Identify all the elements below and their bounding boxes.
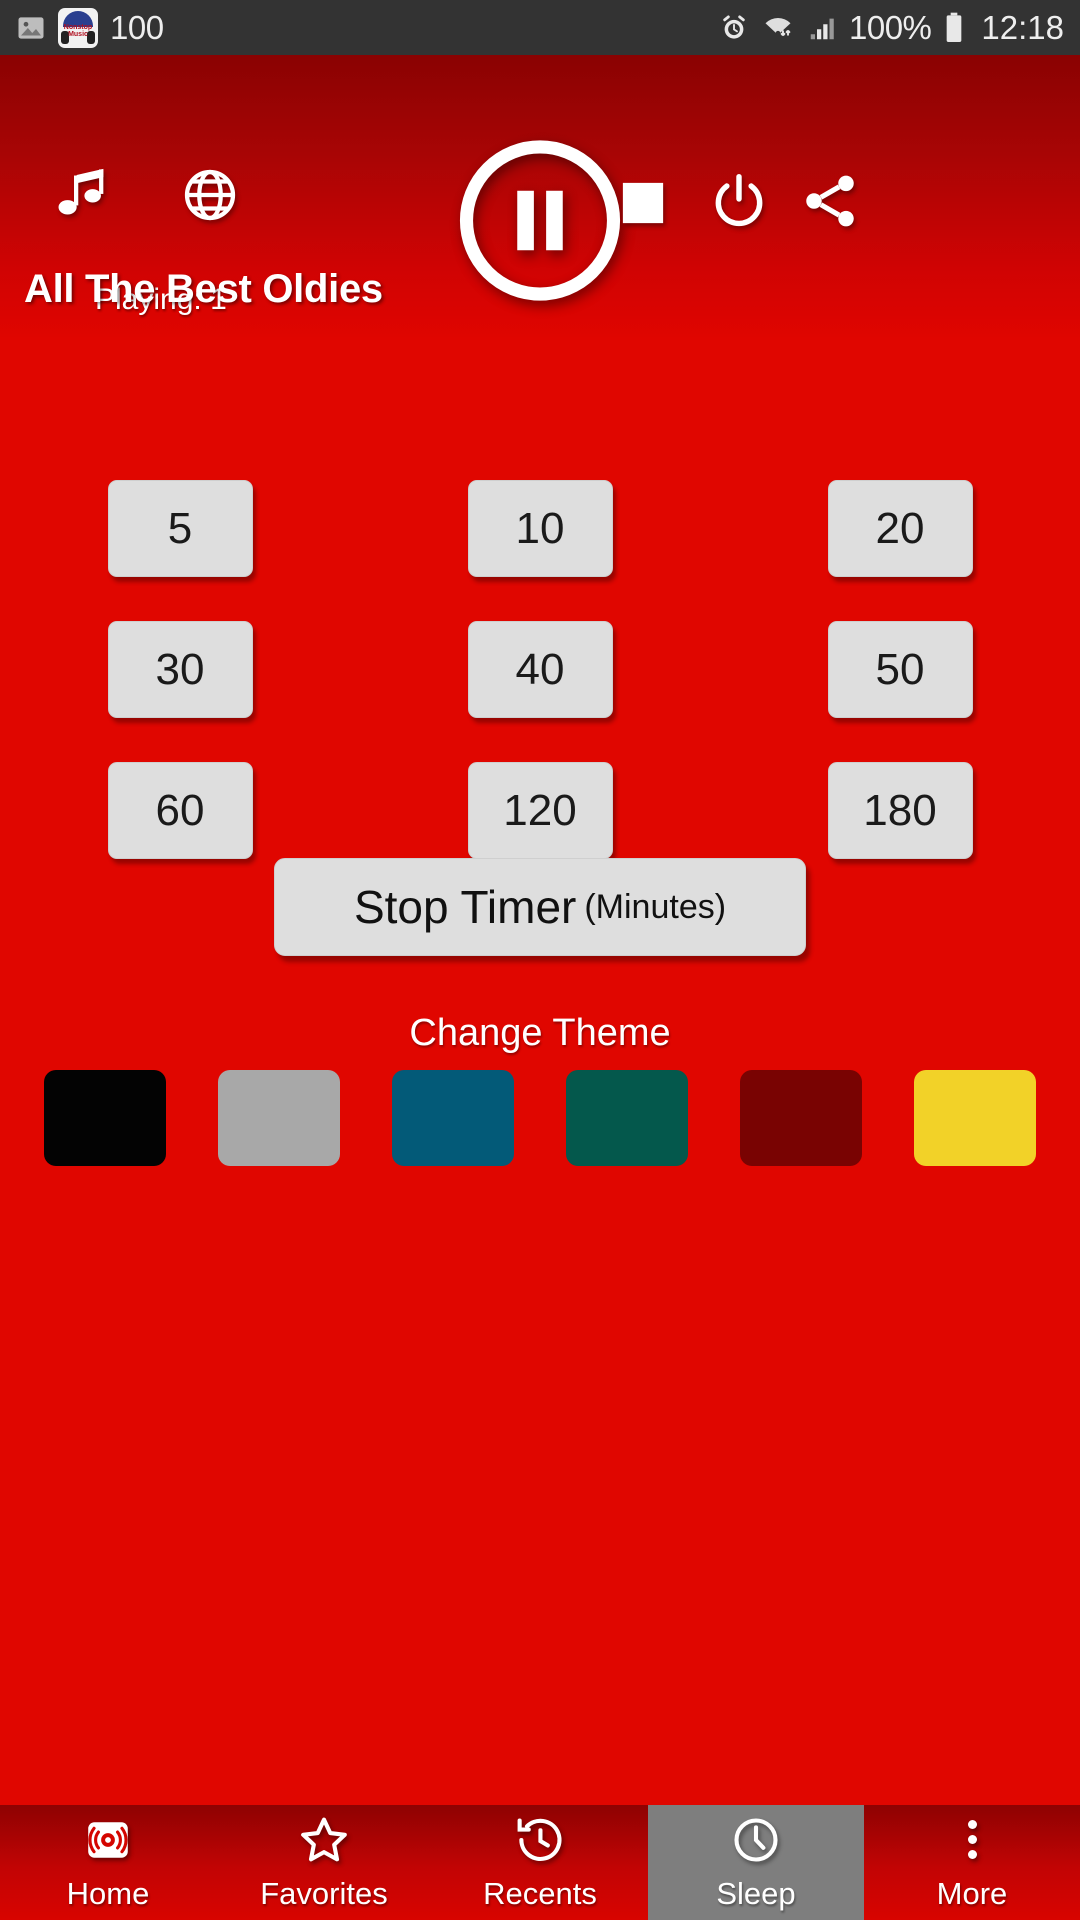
timer-button[interactable]: 40 <box>467 621 613 718</box>
status-bar-right: 100% 12:18 <box>719 9 1064 47</box>
more-vertical-icon <box>967 1814 977 1866</box>
stop-timer-unit: (Minutes) <box>584 887 727 926</box>
change-theme-label: Change Theme <box>409 1012 671 1054</box>
player-header: Playing: 1 All The Best Oldies <box>0 55 1080 340</box>
notification-count: 100 <box>110 8 164 46</box>
timer-button[interactable]: 180 <box>827 762 973 859</box>
timer-button[interactable]: 50 <box>827 621 973 718</box>
status-bar: Nonstop Music 100 100% 12:18 <box>0 0 1080 55</box>
battery-percent: 100% <box>849 8 932 46</box>
nonstop-music-app-icon: Nonstop Music <box>58 7 98 48</box>
nav-item-recents[interactable]: Recents <box>432 1805 648 1920</box>
nav-label-recents: Recents <box>483 1875 597 1911</box>
nav-label-favorites: Favorites <box>260 1875 388 1911</box>
globe-icon[interactable] <box>180 165 240 225</box>
station-title: All The Best Oldies <box>24 267 383 311</box>
timer-button[interactable]: 10 <box>467 480 613 577</box>
stop-square-icon[interactable] <box>620 180 666 226</box>
timer-button[interactable]: 60 <box>107 762 253 859</box>
history-clock-icon <box>514 1814 566 1866</box>
stop-timer-button[interactable]: Stop Timer (Minutes) <box>274 858 806 956</box>
theme-swatch-yellow[interactable] <box>914 1070 1036 1166</box>
status-bar-left: Nonstop Music 100 <box>16 7 164 48</box>
sleep-timer-page: 5 10 20 30 40 50 60 120 180 Stop Timer (… <box>0 340 1080 1805</box>
theme-swatch-teal-blue[interactable] <box>392 1070 514 1166</box>
stop-timer-label: Stop Timer <box>353 881 577 933</box>
nav-label-home: Home <box>66 1875 150 1911</box>
timer-button[interactable]: 5 <box>107 480 253 577</box>
image-icon <box>16 13 46 43</box>
nav-item-home[interactable]: Home <box>0 1805 216 1920</box>
timer-button[interactable]: 30 <box>107 621 253 718</box>
nav-item-more[interactable]: More <box>864 1805 1080 1920</box>
wifi-icon <box>761 13 795 43</box>
theme-swatch-green[interactable] <box>566 1070 688 1166</box>
timer-button[interactable]: 20 <box>827 480 973 577</box>
timer-button[interactable]: 120 <box>467 762 613 859</box>
theme-swatch-black[interactable] <box>44 1070 166 1166</box>
music-note-icon[interactable] <box>50 163 114 227</box>
battery-icon <box>943 12 965 44</box>
theme-swatch-row <box>44 1070 1036 1166</box>
nav-item-sleep[interactable]: Sleep <box>648 1805 864 1920</box>
player-controls-row <box>0 55 1080 301</box>
share-icon[interactable] <box>798 169 862 233</box>
app-badge-line1: Nonstop <box>63 23 93 31</box>
clock-time: 12:18 <box>981 8 1064 46</box>
bottom-navigation: Home Favorites Recents Sleep More <box>0 1805 1080 1920</box>
nav-label-sleep: Sleep <box>716 1875 796 1911</box>
pause-button[interactable] <box>453 133 628 308</box>
nav-label-more: More <box>936 1875 1008 1911</box>
app-badge-line2: Music <box>68 30 88 38</box>
signal-icon <box>807 13 837 43</box>
radio-broadcast-icon <box>83 1814 133 1866</box>
clock-icon <box>730 1814 782 1866</box>
theme-swatch-gray[interactable] <box>218 1070 340 1166</box>
nav-item-favorites[interactable]: Favorites <box>216 1805 432 1920</box>
power-icon[interactable] <box>708 170 770 232</box>
star-icon <box>298 1814 350 1866</box>
alarm-icon <box>719 13 749 43</box>
timer-buttons-grid: 5 10 20 30 40 50 60 120 180 <box>0 480 1080 859</box>
theme-swatch-dark-red[interactable] <box>740 1070 862 1166</box>
